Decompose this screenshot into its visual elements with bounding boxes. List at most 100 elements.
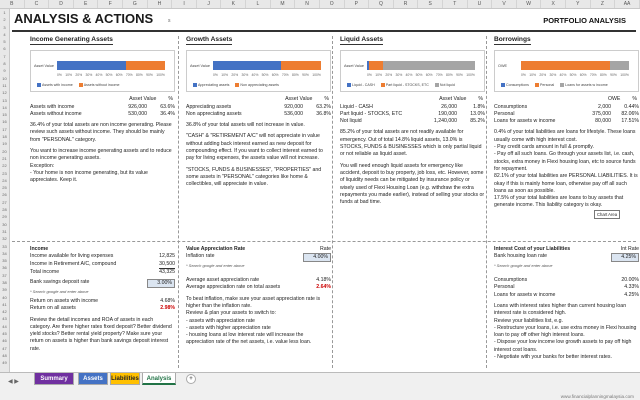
analysis-text: You want to increase income generating a… bbox=[30, 148, 172, 162]
row-header[interactable]: 5 bbox=[0, 38, 9, 45]
tab-liabilities[interactable]: Liabilities bbox=[110, 373, 140, 385]
row-header[interactable]: 28 bbox=[0, 206, 9, 213]
column-header[interactable]: R bbox=[394, 0, 419, 8]
row-header[interactable]: 42 bbox=[0, 308, 9, 315]
liquid-assets-chart[interactable]: Asset Value 0% 10% 20% 30% 40% 50% 60% 70% 80% 90… bbox=[340, 50, 485, 93]
column-header[interactable]: Z bbox=[591, 0, 616, 8]
row-header[interactable]: 19 bbox=[0, 140, 9, 147]
column-header[interactable]: I bbox=[172, 0, 197, 8]
column-header[interactable]: Q bbox=[369, 0, 394, 8]
column-header[interactable]: O bbox=[320, 0, 345, 8]
row-header[interactable]: 22 bbox=[0, 162, 9, 169]
column-header[interactable]: S bbox=[418, 0, 443, 8]
axis-tick-label: 90% bbox=[610, 73, 617, 78]
row-header[interactable]: 37 bbox=[0, 272, 9, 279]
tab-scroll-arrows[interactable]: ◀ ▶ bbox=[8, 378, 19, 385]
row-header[interactable]: 29 bbox=[0, 213, 9, 220]
analysis-text: Exception: bbox=[30, 162, 55, 169]
divider bbox=[178, 36, 179, 368]
row-header[interactable]: 25 bbox=[0, 184, 9, 191]
row-header[interactable]: 9 bbox=[0, 67, 9, 74]
bank-savings-rate-input[interactable]: 3.00% bbox=[147, 279, 175, 288]
housing-loan-rate-input[interactable]: 4.25% bbox=[611, 253, 639, 262]
column-header[interactable]: U bbox=[468, 0, 493, 8]
liquid-assets-title: Liquid Assets bbox=[340, 36, 383, 46]
row-header[interactable]: 30 bbox=[0, 221, 9, 228]
website-url: www.financialplanningmalaysia.com bbox=[560, 394, 634, 399]
row-header[interactable]: 15 bbox=[0, 111, 9, 118]
column-header[interactable]: D bbox=[49, 0, 74, 8]
row-header[interactable]: 13 bbox=[0, 97, 9, 104]
income-panel: Income Income available for living expen… bbox=[30, 246, 175, 353]
tab-analysis[interactable]: Analysis bbox=[142, 373, 176, 385]
row-header[interactable]: 11 bbox=[0, 82, 9, 89]
row-header[interactable]: 24 bbox=[0, 177, 9, 184]
row-header[interactable]: 8 bbox=[0, 60, 9, 67]
analysis-text: "CASH" & "RETIREMENT A/C" will not appre… bbox=[186, 133, 323, 162]
column-header[interactable]: P bbox=[345, 0, 370, 8]
row-header[interactable]: 4 bbox=[0, 31, 9, 38]
column-header[interactable]: L bbox=[246, 0, 271, 8]
column-header[interactable]: E bbox=[74, 0, 99, 8]
column-header[interactable]: F bbox=[98, 0, 124, 8]
column-header[interactable]: G bbox=[123, 0, 148, 8]
row-header[interactable]: 40 bbox=[0, 294, 9, 301]
axis-tick-label: 50% bbox=[569, 73, 577, 78]
row-header[interactable]: 44 bbox=[0, 323, 9, 330]
row-header[interactable]: 10 bbox=[0, 75, 9, 82]
income-assets-chart[interactable]: Asset Value 0% 10% 20% 30% 40% 50% 60% 70% 80% 90… bbox=[30, 50, 175, 93]
column-header[interactable]: AA bbox=[615, 0, 640, 8]
row-header[interactable]: 18 bbox=[0, 133, 9, 140]
row-header[interactable]: 35 bbox=[0, 257, 9, 264]
row-header[interactable]: 46 bbox=[0, 337, 9, 344]
row-header[interactable]: 43 bbox=[0, 315, 9, 322]
growth-assets-chart[interactable]: Asset Value 0% 10% 20% 30% 40% 50% 60% 70% 80% 90… bbox=[186, 50, 331, 93]
tab-assets[interactable]: Assets bbox=[78, 373, 108, 385]
row-header[interactable]: 47 bbox=[0, 345, 9, 352]
column-header[interactable]: K bbox=[221, 0, 247, 8]
row-header[interactable]: 16 bbox=[0, 118, 9, 125]
column-header[interactable]: Y bbox=[566, 0, 591, 8]
column-header[interactable]: H bbox=[148, 0, 173, 8]
analysis-text: - assets with appreciation rate bbox=[186, 317, 255, 324]
row-header[interactable]: 12 bbox=[0, 89, 9, 96]
row-header[interactable]: 17 bbox=[0, 126, 9, 133]
row-header[interactable]: 48 bbox=[0, 352, 9, 359]
row-header[interactable]: 36 bbox=[0, 264, 9, 271]
row-header[interactable]: 45 bbox=[0, 330, 9, 337]
row-header[interactable]: 3 bbox=[0, 24, 9, 31]
tab-summary[interactable]: Summary bbox=[34, 373, 74, 385]
row-header[interactable]: 41 bbox=[0, 301, 9, 308]
inflation-rate-input[interactable]: 4.00% bbox=[303, 253, 331, 262]
row-header[interactable]: 6 bbox=[0, 45, 9, 52]
row-header[interactable]: 21 bbox=[0, 155, 9, 162]
row-header[interactable]: 27 bbox=[0, 199, 9, 206]
column-header[interactable]: X bbox=[541, 0, 567, 8]
column-header[interactable]: V bbox=[492, 0, 517, 8]
column-header[interactable]: T bbox=[443, 0, 468, 8]
stacked-bar bbox=[521, 61, 629, 71]
column-header[interactable]: B bbox=[0, 0, 25, 8]
row-header[interactable]: 31 bbox=[0, 228, 9, 235]
row-header[interactable]: 1 bbox=[0, 9, 9, 16]
analysis-text: - Negotiate with your banks for better i… bbox=[494, 354, 612, 361]
row-header[interactable]: 7 bbox=[0, 53, 9, 60]
borrowings-chart[interactable]: OWE 0% 10% 20% 30% 40% 50% 60% 70% 80% 90% 100% Co… bbox=[494, 50, 639, 93]
row-header[interactable]: 20 bbox=[0, 148, 9, 155]
column-header[interactable]: N bbox=[295, 0, 320, 8]
row-header[interactable]: 2 bbox=[0, 16, 9, 23]
column-header[interactable]: C bbox=[25, 0, 50, 8]
row-header[interactable]: 32 bbox=[0, 235, 9, 242]
row-header[interactable]: 14 bbox=[0, 104, 9, 111]
row-header[interactable]: 38 bbox=[0, 279, 9, 286]
row-header[interactable]: 26 bbox=[0, 191, 9, 198]
column-header[interactable]: W bbox=[517, 0, 542, 8]
column-header[interactable]: J bbox=[197, 0, 222, 8]
row-header[interactable]: 39 bbox=[0, 286, 9, 293]
row-header[interactable]: 23 bbox=[0, 170, 9, 177]
column-header[interactable]: M bbox=[271, 0, 296, 8]
add-sheet-button[interactable]: + bbox=[186, 374, 196, 384]
row-header[interactable]: 49 bbox=[0, 359, 9, 366]
row-header[interactable]: 33 bbox=[0, 243, 9, 250]
row-header[interactable]: 34 bbox=[0, 250, 9, 257]
